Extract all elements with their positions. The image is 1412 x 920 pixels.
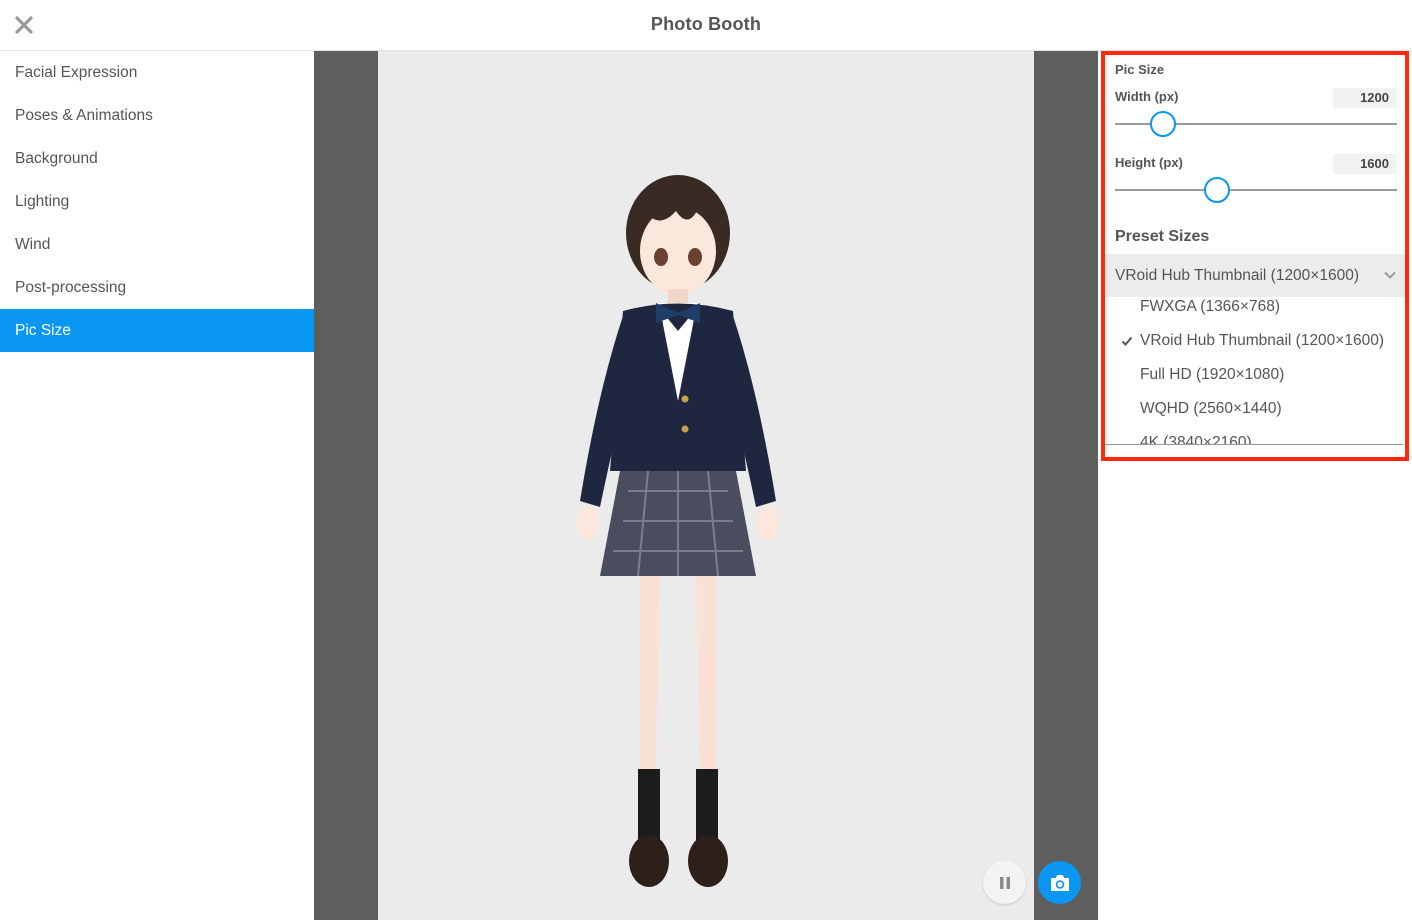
page-title: Photo Booth — [650, 14, 762, 34]
preset-option[interactable]: 4K (3840×2160) — [1140, 434, 1252, 444]
width-label: Width (px) — [1115, 89, 1179, 104]
pause-button[interactable] — [983, 861, 1026, 904]
settings-panel — [1098, 51, 1412, 920]
preset-option[interactable]: Full HD (1920×1080) — [1140, 366, 1284, 384]
sidebar-item-wind[interactable]: Wind — [0, 223, 314, 266]
chevron-down-icon — [1384, 271, 1396, 279]
sidebar-item-post-processing[interactable]: Post-processing — [0, 266, 314, 309]
height-input[interactable] — [1333, 154, 1397, 174]
preset-select[interactable]: VRoid Hub Thumbnail (1200×1600) — [1105, 254, 1405, 297]
preset-select-value: VRoid Hub Thumbnail (1200×1600) — [1115, 266, 1359, 284]
sidebar-item-background[interactable]: Background — [0, 137, 314, 180]
height-label: Height (px) — [1115, 155, 1183, 170]
sidebar-menu: Facial Expression Poses & Animations Bac… — [0, 51, 314, 920]
capture-button[interactable] — [1038, 861, 1081, 904]
preset-option-selected[interactable]: VRoid Hub Thumbnail (1200×1600) — [1140, 332, 1384, 350]
preset-option[interactable]: WQHD (2560×1440) — [1140, 400, 1282, 418]
check-icon — [1121, 336, 1133, 346]
camera-icon — [1050, 874, 1069, 891]
preset-option[interactable]: FWXGA (1366×768) — [1140, 298, 1280, 316]
pause-icon — [999, 876, 1010, 889]
avatar-model — [577, 175, 779, 887]
sidebar-item-facial-expression[interactable]: Facial Expression — [0, 51, 314, 94]
width-slider[interactable] — [1115, 111, 1397, 137]
sidebar-item-poses-animations[interactable]: Poses & Animations — [0, 94, 314, 137]
height-slider-thumb[interactable] — [1203, 177, 1230, 203]
preset-dropdown-list[interactable]: FWXGA (1366×768) VRoid Hub Thumbnail (12… — [1105, 297, 1403, 445]
width-slider-thumb[interactable] — [1149, 111, 1176, 137]
photo-canvas[interactable] — [378, 51, 1034, 920]
section-title: Pic Size — [1115, 62, 1165, 77]
preset-sizes-title: Preset Sizes — [1115, 228, 1210, 245]
sidebar-item-pic-size[interactable]: Pic Size — [0, 309, 314, 352]
header-bar: Photo Booth — [0, 0, 1412, 51]
width-input[interactable] — [1333, 88, 1397, 108]
preview-stage — [314, 51, 1098, 920]
height-slider[interactable] — [1115, 177, 1397, 203]
sidebar-item-lighting[interactable]: Lighting — [0, 180, 314, 223]
